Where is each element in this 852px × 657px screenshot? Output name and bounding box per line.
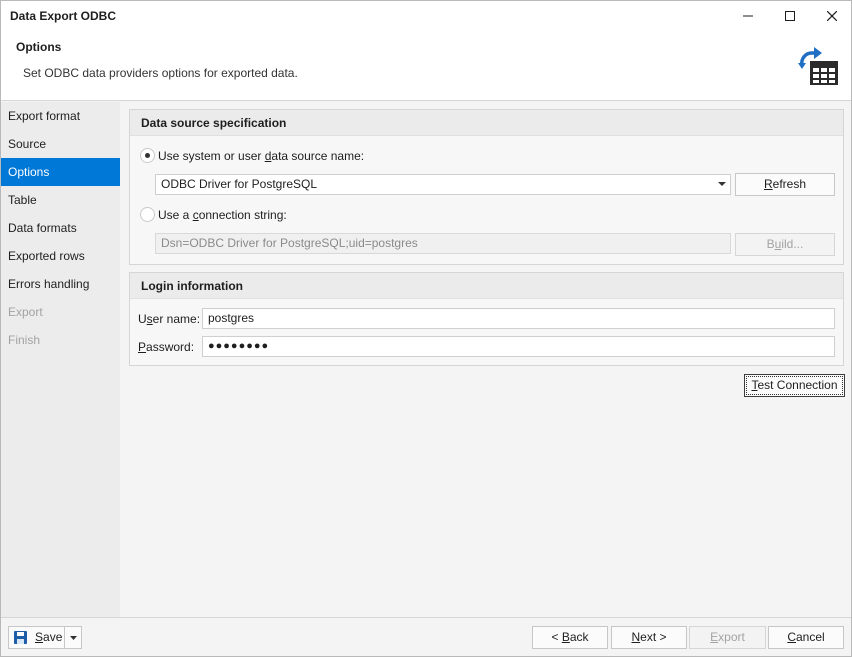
close-icon (827, 11, 837, 21)
label-part: assword: (146, 340, 195, 354)
dialog-window: Data Export ODBC Options Set ODBC data p… (0, 0, 852, 657)
btn-part: ave (43, 630, 63, 644)
step-label: Options (8, 165, 50, 179)
username-input[interactable]: postgres (202, 308, 835, 329)
password-value: ●●●●●●●● (208, 340, 270, 352)
step-data-formats[interactable]: Data formats (1, 214, 120, 242)
wizard-header: Options Set ODBC data providers options … (1, 31, 851, 101)
step-export-format[interactable]: Export format (1, 102, 120, 130)
export-button: Export (689, 626, 766, 649)
password-label: Password: (138, 340, 194, 354)
chevron-down-icon (70, 636, 77, 640)
build-button: Build... (735, 233, 835, 256)
username-value: postgres (208, 311, 255, 325)
step-source[interactable]: Source (1, 130, 120, 158)
use-connection-string-label[interactable]: Use a connection string: (158, 208, 287, 222)
back-button[interactable]: < Back (532, 626, 608, 649)
btn-part: xport (718, 630, 745, 644)
data-source-group: Data source specification Use system or … (129, 109, 844, 265)
connection-string-input: Dsn=ODBC Driver for PostgreSQL;uid=postg… (155, 233, 731, 254)
connection-string-value: Dsn=ODBC Driver for PostgreSQL;uid=postg… (161, 236, 418, 250)
maximize-button[interactable] (770, 1, 810, 31)
step-label: Table (8, 193, 37, 207)
window-title: Data Export ODBC (10, 9, 117, 23)
btn-mnemonic: C (787, 630, 796, 644)
btn-part: B (766, 237, 775, 251)
page-description: Set ODBC data providers options for expo… (23, 66, 298, 80)
dsn-select-value: ODBC Driver for PostgreSQL (161, 177, 318, 191)
label-part: ata source name: (271, 149, 365, 163)
username-label: User name: (138, 312, 200, 326)
btn-part: ack (569, 630, 589, 644)
step-exported-rows[interactable]: Exported rows (1, 242, 120, 270)
step-errors-handling[interactable]: Errors handling (1, 270, 120, 298)
title-bar: Data Export ODBC (1, 1, 851, 31)
step-label: Export format (8, 109, 81, 123)
cancel-button[interactable]: Cancel (768, 626, 844, 649)
step-finish: Finish (1, 326, 120, 354)
btn-mnemonic: R (763, 177, 773, 191)
label-part: Use system or user (158, 149, 265, 163)
dsn-select[interactable]: ODBC Driver for PostgreSQL (155, 174, 731, 195)
password-input[interactable]: ●●●●●●●● (202, 336, 835, 357)
floppy-disk-icon (14, 631, 27, 644)
label-part: onnection string: (198, 208, 287, 222)
btn-part: ancel (795, 630, 825, 644)
wizard-steps-sidebar: Export format Source Options Table Data … (1, 102, 120, 617)
step-label: Errors handling (8, 277, 90, 291)
group-heading: Login information (130, 273, 843, 299)
use-dsn-radio[interactable] (140, 148, 155, 163)
export-table-icon (798, 47, 838, 85)
btn-mnemonic: E (710, 630, 719, 644)
minimize-icon (743, 15, 753, 17)
step-export: Export (1, 298, 120, 326)
chevron-down-icon (718, 182, 726, 186)
btn-part: efresh (772, 177, 807, 191)
btn-mnemonic: B (561, 630, 570, 644)
label-part: U (138, 312, 147, 326)
group-heading: Data source specification (130, 110, 843, 136)
btn-part: ext > (640, 630, 667, 644)
close-window-button[interactable] (812, 1, 852, 31)
maximize-icon (785, 11, 795, 21)
minimize-button[interactable] (728, 1, 768, 31)
save-button[interactable]: Save (8, 626, 65, 649)
save-options-dropdown-button[interactable] (64, 626, 82, 649)
label-mnemonic: P (138, 340, 147, 354)
step-label: Export (8, 305, 43, 319)
label-part: er name: (152, 312, 201, 326)
step-label: Data formats (8, 221, 77, 235)
step-label: Exported rows (8, 249, 85, 263)
test-connection-button[interactable]: Test Connection (744, 374, 845, 397)
step-options[interactable]: Options (1, 158, 120, 186)
options-panel: Data source specification Use system or … (120, 102, 851, 617)
use-dsn-label[interactable]: Use system or user data source name: (158, 149, 364, 163)
next-button[interactable]: Next > (611, 626, 687, 649)
refresh-button[interactable]: Refresh (735, 173, 835, 196)
step-label: Finish (8, 333, 41, 347)
page-title: Options (16, 40, 62, 54)
btn-part: < (551, 630, 562, 644)
login-information-group: Login information User name: postgres Pa… (129, 272, 844, 366)
btn-part: ild... (781, 237, 804, 251)
label-part: Use a (158, 208, 193, 222)
wizard-footer: Save < Back Next > Export Cancel (1, 617, 851, 656)
btn-mnemonic: S (35, 630, 44, 644)
btn-part: est Connection (757, 378, 838, 392)
step-table[interactable]: Table (1, 186, 120, 214)
use-connection-string-radio[interactable] (140, 207, 155, 222)
step-label: Source (8, 137, 47, 151)
btn-mnemonic: N (631, 630, 641, 644)
